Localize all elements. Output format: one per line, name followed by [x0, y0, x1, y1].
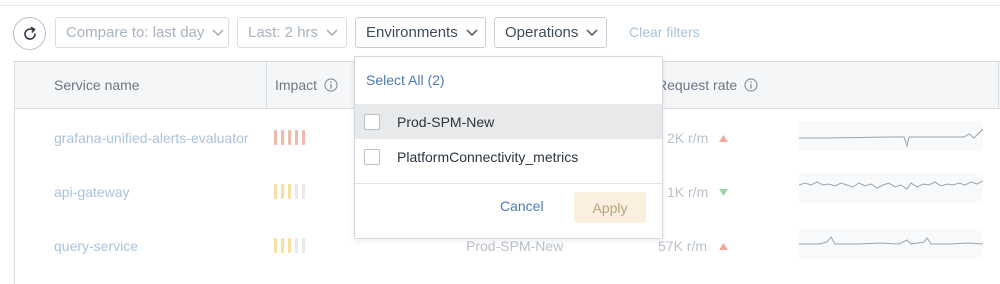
apply-button-label: Apply [592, 199, 628, 216]
request-rate-value: 2K r/m [667, 130, 709, 146]
chevron-down-icon [586, 27, 598, 39]
impact-bar [281, 130, 284, 145]
column-header-request-rate[interactable]: Request rate [657, 77, 758, 93]
request-rate-value: 57K r/m [658, 238, 708, 254]
impact-bar [295, 184, 298, 199]
checkbox[interactable] [364, 113, 380, 130]
impact-header-label: Impact [275, 77, 318, 93]
column-header-impact[interactable]: Impact [275, 77, 338, 93]
impact-bar [302, 184, 305, 199]
sparkline-chart [799, 121, 983, 151]
environments-label: Environments [366, 24, 458, 41]
trend-up-icon [719, 243, 728, 250]
compare-to-dropdown[interactable]: Compare to: last day [55, 17, 229, 48]
dropdown-divider [355, 183, 662, 184]
refresh-icon [23, 26, 36, 40]
time-range-label: Last: 2 hrs [248, 24, 319, 41]
service-name-link[interactable]: grafana-unified-alerts-evaluator [54, 130, 249, 146]
filter-toolbar: Compare to: last day Last: 2 hrs Environ… [0, 14, 1000, 50]
impact-indicator [274, 130, 305, 145]
time-range-dropdown[interactable]: Last: 2 hrs [237, 17, 347, 48]
apply-button[interactable]: Apply [574, 192, 646, 223]
clear-filters-link[interactable]: Clear filters [629, 24, 700, 40]
request-rate-value: 1K r/m [667, 184, 709, 200]
column-divider [998, 62, 999, 109]
environment-option-label: PlatformConnectivity_metrics [397, 148, 579, 165]
impact-bar [295, 130, 298, 145]
top-divider [0, 0, 1000, 6]
impact-bar [302, 238, 305, 253]
compare-to-label: Compare to: last day [66, 24, 205, 41]
operations-dropdown[interactable]: Operations [494, 17, 607, 48]
chevron-down-icon [212, 27, 224, 39]
environments-dropdown-panel: Select All (2) Prod-SPM-New PlatformConn… [354, 56, 663, 239]
impact-bar [274, 184, 277, 199]
environment-option-label: Prod-SPM-New [397, 113, 495, 130]
sparkline-chart [799, 229, 983, 259]
info-icon[interactable] [324, 78, 338, 92]
trend-up-icon [719, 135, 728, 142]
select-all-link[interactable]: Select All (2) [366, 72, 445, 88]
sparkline-chart [799, 173, 983, 203]
environments-dropdown[interactable]: Environments [355, 17, 486, 48]
operations-label: Operations [505, 24, 579, 41]
impact-bar [281, 184, 284, 199]
service-name-header-label: Service name [54, 77, 140, 93]
service-name-link[interactable]: query-service [54, 238, 138, 254]
impact-bar [281, 238, 284, 253]
impact-bar [302, 130, 305, 145]
environment-option[interactable]: PlatformConnectivity_metrics [355, 139, 662, 174]
column-divider [266, 62, 267, 109]
impact-bar [288, 184, 291, 199]
impact-indicator [274, 238, 305, 253]
chevron-down-icon [466, 27, 478, 39]
trend-down-icon [719, 189, 728, 196]
impact-bar [295, 238, 298, 253]
checkbox[interactable] [364, 148, 380, 165]
impact-indicator [274, 184, 305, 199]
service-name-link[interactable]: api-gateway [54, 184, 130, 200]
environment-option[interactable]: Prod-SPM-New [355, 104, 662, 139]
impact-bar [274, 238, 277, 253]
info-icon[interactable] [744, 78, 758, 92]
chevron-down-icon [326, 27, 338, 39]
environment-value: Prod-SPM-New [466, 238, 564, 254]
column-header-service-name[interactable]: Service name [54, 77, 140, 93]
refresh-button[interactable] [13, 17, 46, 50]
request-rate-header-label: Request rate [657, 77, 738, 93]
impact-bar [274, 130, 277, 145]
impact-bar [288, 130, 291, 145]
impact-bar [288, 238, 291, 253]
cancel-button[interactable]: Cancel [500, 198, 544, 214]
